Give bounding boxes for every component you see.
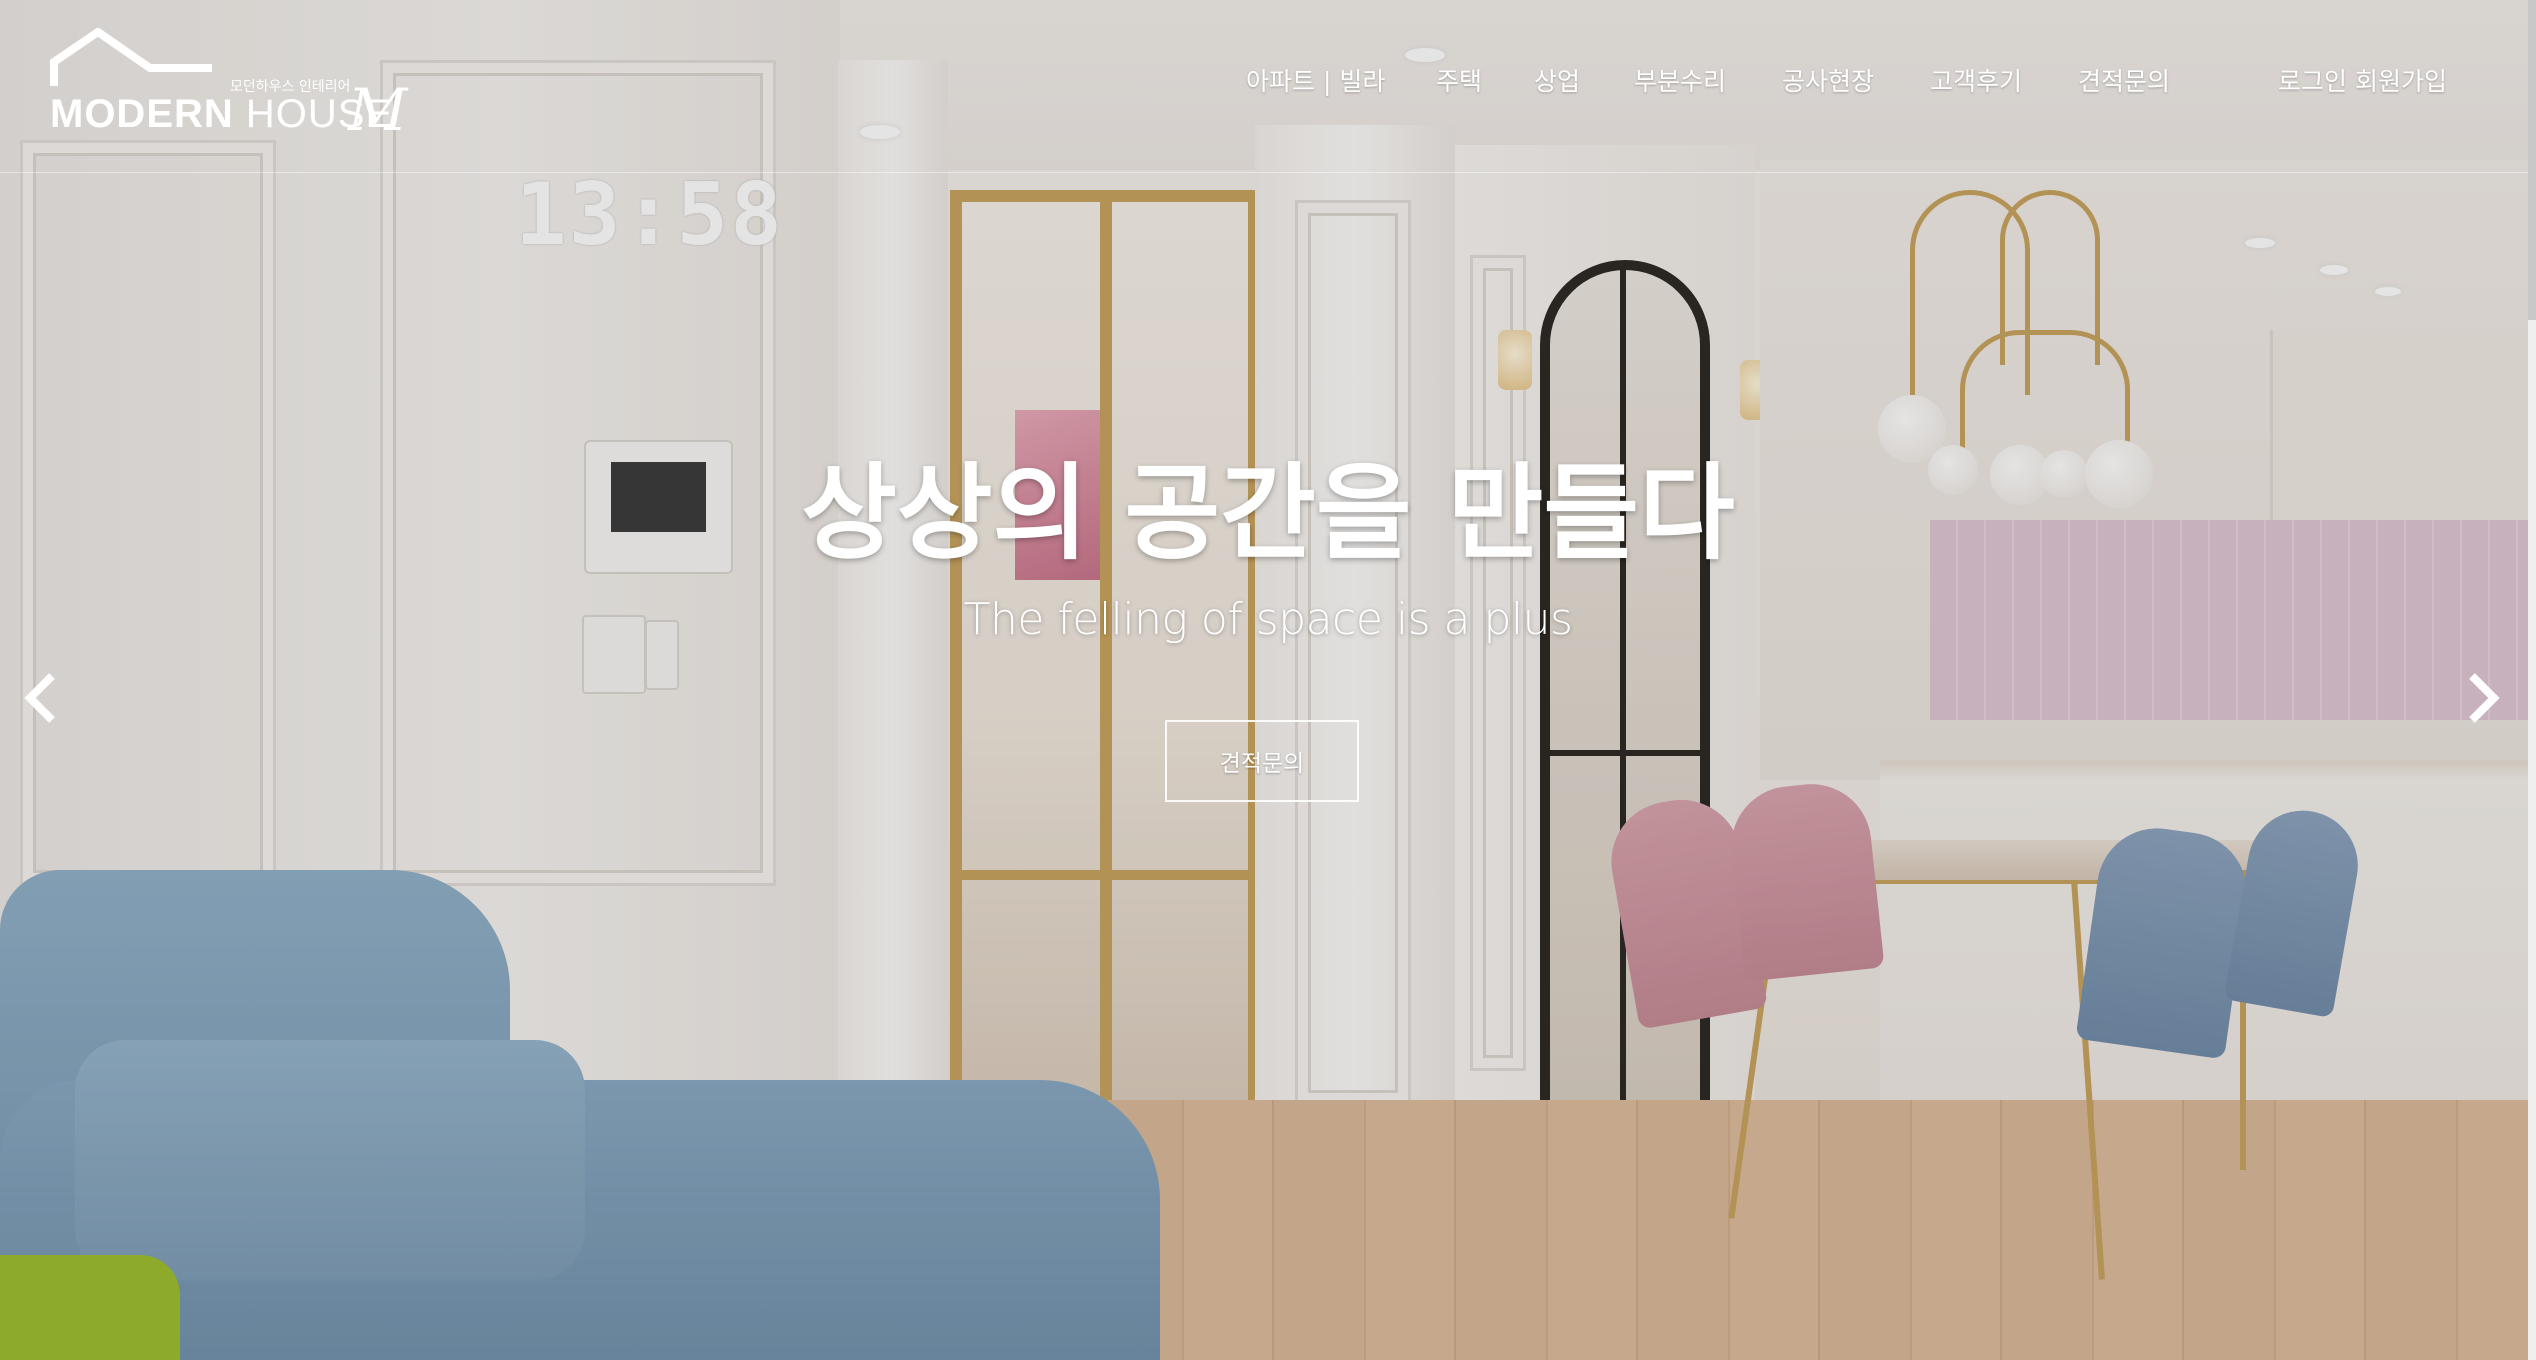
estimate-inquiry-button[interactable]: 견적문의 xyxy=(1165,720,1359,802)
nav-estimate-inquiry[interactable]: 견적문의 xyxy=(2078,62,2170,98)
chevron-right-icon xyxy=(2469,673,2500,723)
image-overlay xyxy=(0,0,2536,1360)
carousel-next-button[interactable] xyxy=(2456,660,2516,736)
page-scrollbar[interactable] xyxy=(2528,0,2536,1360)
chevron-left-icon xyxy=(24,673,55,723)
nav-customer-reviews[interactable]: 고객후기 xyxy=(1930,62,2022,98)
hero-title: 상상의 공간을 만들다 xyxy=(801,452,1735,574)
nav-partial-repair[interactable]: 부분수리 xyxy=(1634,62,1726,98)
nav-construction-site[interactable]: 공사현장 xyxy=(1782,62,1874,98)
nav-house[interactable]: 주택 xyxy=(1436,62,1482,98)
nav-apartment-villa[interactable]: 아파트 | 빌라 xyxy=(1246,62,1385,98)
nav-commercial[interactable]: 상업 xyxy=(1534,62,1580,98)
hero-subtitle: The felling of space is a plus xyxy=(963,594,1573,645)
scrollbar-thumb[interactable] xyxy=(2528,0,2536,320)
main-nav: 아파트 | 빌라 주택 상업 부분수리 공사현장 고객후기 견적문의 로그인 회… xyxy=(0,62,2536,112)
nav-login-signup[interactable]: 로그인 회원가입 xyxy=(2278,62,2447,98)
hero-background-image: 13:58 xyxy=(0,0,2536,1360)
carousel-prev-button[interactable] xyxy=(8,660,68,736)
site-header: 모던하우스 인테리어 MODERN HOUSE M 아파트 | 빌라 주택 상업… xyxy=(0,0,2536,173)
